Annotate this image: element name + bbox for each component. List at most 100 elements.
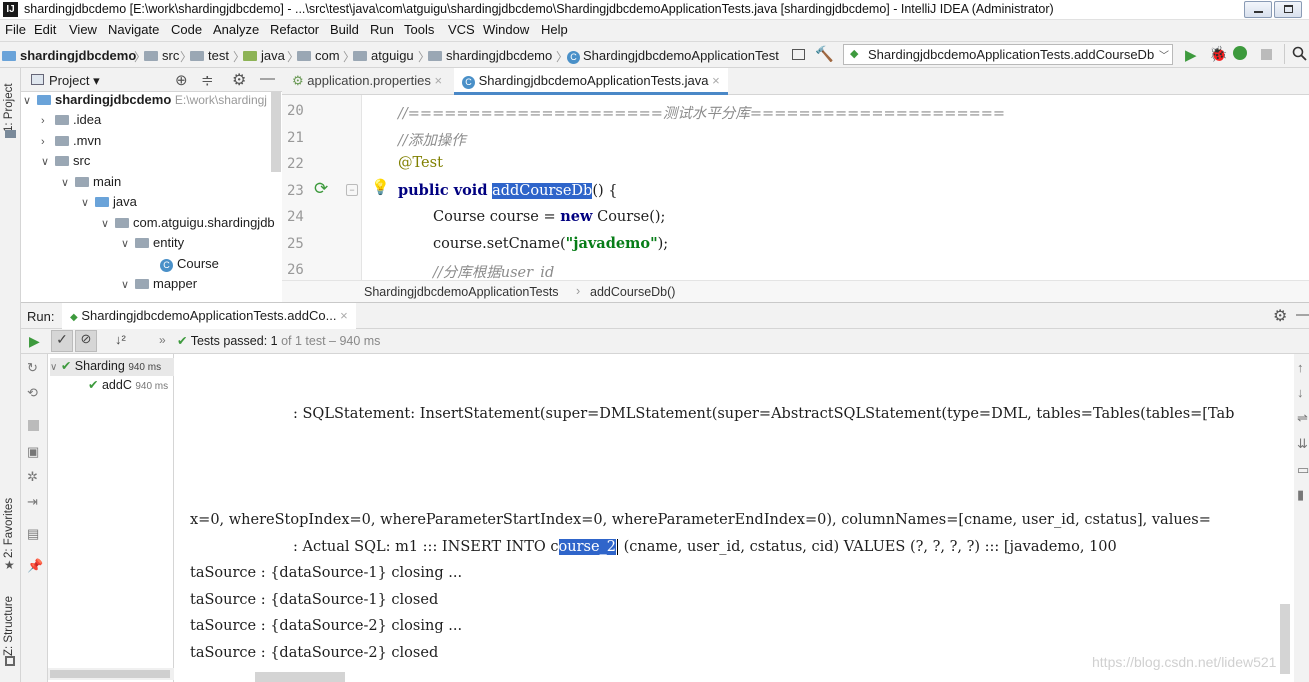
- gear-icon[interactable]: ⚙: [1273, 306, 1287, 326]
- menu-analyze[interactable]: Analyze: [213, 22, 259, 37]
- run-icon[interactable]: ▶: [1185, 46, 1197, 64]
- editor-tab-bar: ⚙ application.properties × C Shardingjdb…: [282, 68, 1309, 95]
- checkmark-icon: ✓: [56, 331, 68, 347]
- menu-code[interactable]: Code: [171, 22, 202, 37]
- menu-help[interactable]: Help: [541, 22, 568, 37]
- passed-icon: ✔: [60, 359, 72, 373]
- breadcrumb-class[interactable]: ShardingjdbcdemoApplicationTests: [364, 285, 559, 299]
- close-icon[interactable]: ×: [434, 73, 442, 88]
- gear-icon[interactable]: ⚙: [232, 70, 246, 90]
- stop-icon[interactable]: [28, 420, 39, 431]
- tree-node[interactable]: ∨ shardingjdbcdemo E:\work\shardingj: [23, 92, 267, 107]
- intellij-logo: IJ: [3, 2, 18, 17]
- package-icon: [135, 279, 149, 289]
- crumb-shardingjdbcdemo[interactable]: shardingjdbcdemo: [428, 48, 552, 63]
- close-icon[interactable]: ×: [712, 73, 720, 88]
- menu-navigate[interactable]: Navigate: [108, 22, 159, 37]
- tree-node[interactable]: C Course: [160, 256, 219, 272]
- menu-refactor[interactable]: Refactor: [270, 22, 319, 37]
- console-output[interactable]: : SQLStatement: InsertStatement(super=DM…: [175, 354, 1294, 682]
- minimize-icon: [1254, 11, 1263, 13]
- hide-icon[interactable]: —: [1296, 306, 1309, 323]
- debug-icon[interactable]: 🐞: [1209, 45, 1228, 63]
- breadcrumb-method[interactable]: addCourseDb(): [590, 285, 675, 299]
- tab-application-properties[interactable]: ⚙ application.properties ×: [284, 68, 450, 95]
- terminal-icon[interactable]: [792, 49, 805, 60]
- menu-window[interactable]: Window: [483, 22, 529, 37]
- lightbulb-icon[interactable]: 💡: [371, 178, 390, 196]
- tree-node[interactable]: ∨ src: [41, 153, 90, 168]
- run-config-select[interactable]: ◆ ShardingjdbcdemoApplicationTests.addCo…: [843, 44, 1173, 65]
- fold-icon[interactable]: −: [346, 184, 358, 196]
- minimize-button[interactable]: [1244, 1, 1272, 18]
- tree-scrollbar[interactable]: [271, 92, 281, 172]
- test-status: ✔ Tests passed: 1 of 1 test – 940 ms: [177, 334, 381, 348]
- project-tool-tab[interactable]: 1: Project: [3, 83, 15, 132]
- more-icon[interactable]: »: [159, 333, 166, 347]
- settings-icon[interactable]: ✲: [27, 469, 38, 485]
- close-icon[interactable]: ×: [340, 308, 348, 323]
- down-arrow-icon[interactable]: ↓: [1297, 385, 1304, 400]
- export-icon[interactable]: ⇥: [27, 494, 38, 510]
- console-scrollbar[interactable]: [1280, 604, 1290, 674]
- code-editor[interactable]: 20 21 22 23 24 25 26 ⟳ − 💡 //===========…: [282, 95, 1309, 280]
- structure-tool-tab[interactable]: Z: Structure: [3, 596, 15, 656]
- menu-run[interactable]: Run: [370, 22, 394, 37]
- locate-icon[interactable]: ⊕: [175, 71, 188, 89]
- tab-tests-java[interactable]: C ShardingjdbcdemoApplicationTests.java …: [454, 68, 728, 95]
- trash-icon[interactable]: ▮: [1297, 487, 1304, 503]
- toggle-auto-test-icon[interactable]: ⟲: [27, 385, 38, 401]
- crumb-class[interactable]: C ShardingjdbcdemoApplicationTest: [567, 48, 781, 64]
- search-icon[interactable]: [1292, 46, 1307, 61]
- menu-tools[interactable]: Tools: [404, 22, 434, 37]
- tree-node[interactable]: ∨ main: [61, 174, 121, 189]
- coverage-icon[interactable]: [1233, 46, 1247, 60]
- package-icon: [428, 51, 442, 61]
- menu-build[interactable]: Build: [330, 22, 359, 37]
- tree-node[interactable]: ∨ com.atguigu.shardingjdb: [101, 215, 275, 230]
- rerun-icon[interactable]: ▶: [29, 333, 40, 350]
- tree-node[interactable]: › .idea: [41, 112, 101, 127]
- collapse-icon[interactable]: ≑: [201, 71, 214, 89]
- print-icon[interactable]: ▭: [1297, 462, 1309, 478]
- run-test-gutter-icon[interactable]: ⟳: [314, 179, 328, 199]
- crumb-test[interactable]: test: [190, 48, 229, 63]
- project-view-select[interactable]: Project ▾: [49, 73, 100, 89]
- test-config-icon: ◆: [70, 312, 78, 323]
- crumb-project[interactable]: shardingjdbcdemo: [2, 48, 136, 63]
- menu-edit[interactable]: Edit: [34, 22, 56, 37]
- folder-icon: [190, 51, 204, 61]
- menu-file[interactable]: File: [5, 22, 26, 37]
- scroll-to-end-icon[interactable]: ⇊: [1297, 436, 1308, 452]
- test-case-row[interactable]: ✔ addC 940 ms: [88, 377, 168, 392]
- tree-node[interactable]: ∨ entity: [121, 235, 184, 250]
- crumb-java[interactable]: java: [243, 48, 285, 63]
- restore-button[interactable]: [1274, 1, 1302, 18]
- crumb-com[interactable]: com: [297, 48, 340, 63]
- stop-icon[interactable]: [1261, 49, 1272, 60]
- tree-node[interactable]: › .mvn: [41, 133, 101, 148]
- menu-vcs[interactable]: VCS: [448, 22, 475, 37]
- hide-icon[interactable]: —: [260, 70, 275, 87]
- chevron-down-icon: ∨: [61, 177, 70, 189]
- layout-icon[interactable]: ▤: [27, 526, 39, 542]
- console-hscrollbar[interactable]: [255, 672, 345, 682]
- camera-icon[interactable]: ▣: [27, 444, 39, 460]
- crumb-src[interactable]: src: [144, 48, 179, 63]
- rerun-failed-icon[interactable]: ↻: [27, 360, 38, 376]
- build-hammer-icon[interactable]: 🔨: [815, 45, 834, 63]
- menu-view[interactable]: View: [69, 22, 97, 37]
- run-tab[interactable]: ◆ ShardingjdbcdemoApplicationTests.addCo…: [62, 303, 356, 330]
- tree-scrollbar[interactable]: [48, 668, 174, 680]
- tree-node[interactable]: ∨ mapper: [121, 276, 197, 291]
- crumb-atguigu[interactable]: atguigu: [353, 48, 414, 63]
- test-suite-row[interactable]: ∨ ✔ Sharding 940 ms: [50, 358, 174, 376]
- favorites-tool-tab[interactable]: 2: Favorites: [3, 498, 15, 558]
- show-ignored-toggle[interactable]: ⊘: [75, 330, 97, 352]
- tree-node[interactable]: ∨ java: [81, 194, 137, 209]
- up-arrow-icon[interactable]: ↑: [1297, 360, 1304, 375]
- soft-wrap-icon[interactable]: ⇌: [1297, 410, 1308, 426]
- show-passed-toggle[interactable]: ✓: [51, 330, 73, 352]
- pin-icon[interactable]: 📌: [27, 558, 43, 574]
- sort-icon[interactable]: ↓²: [115, 332, 126, 347]
